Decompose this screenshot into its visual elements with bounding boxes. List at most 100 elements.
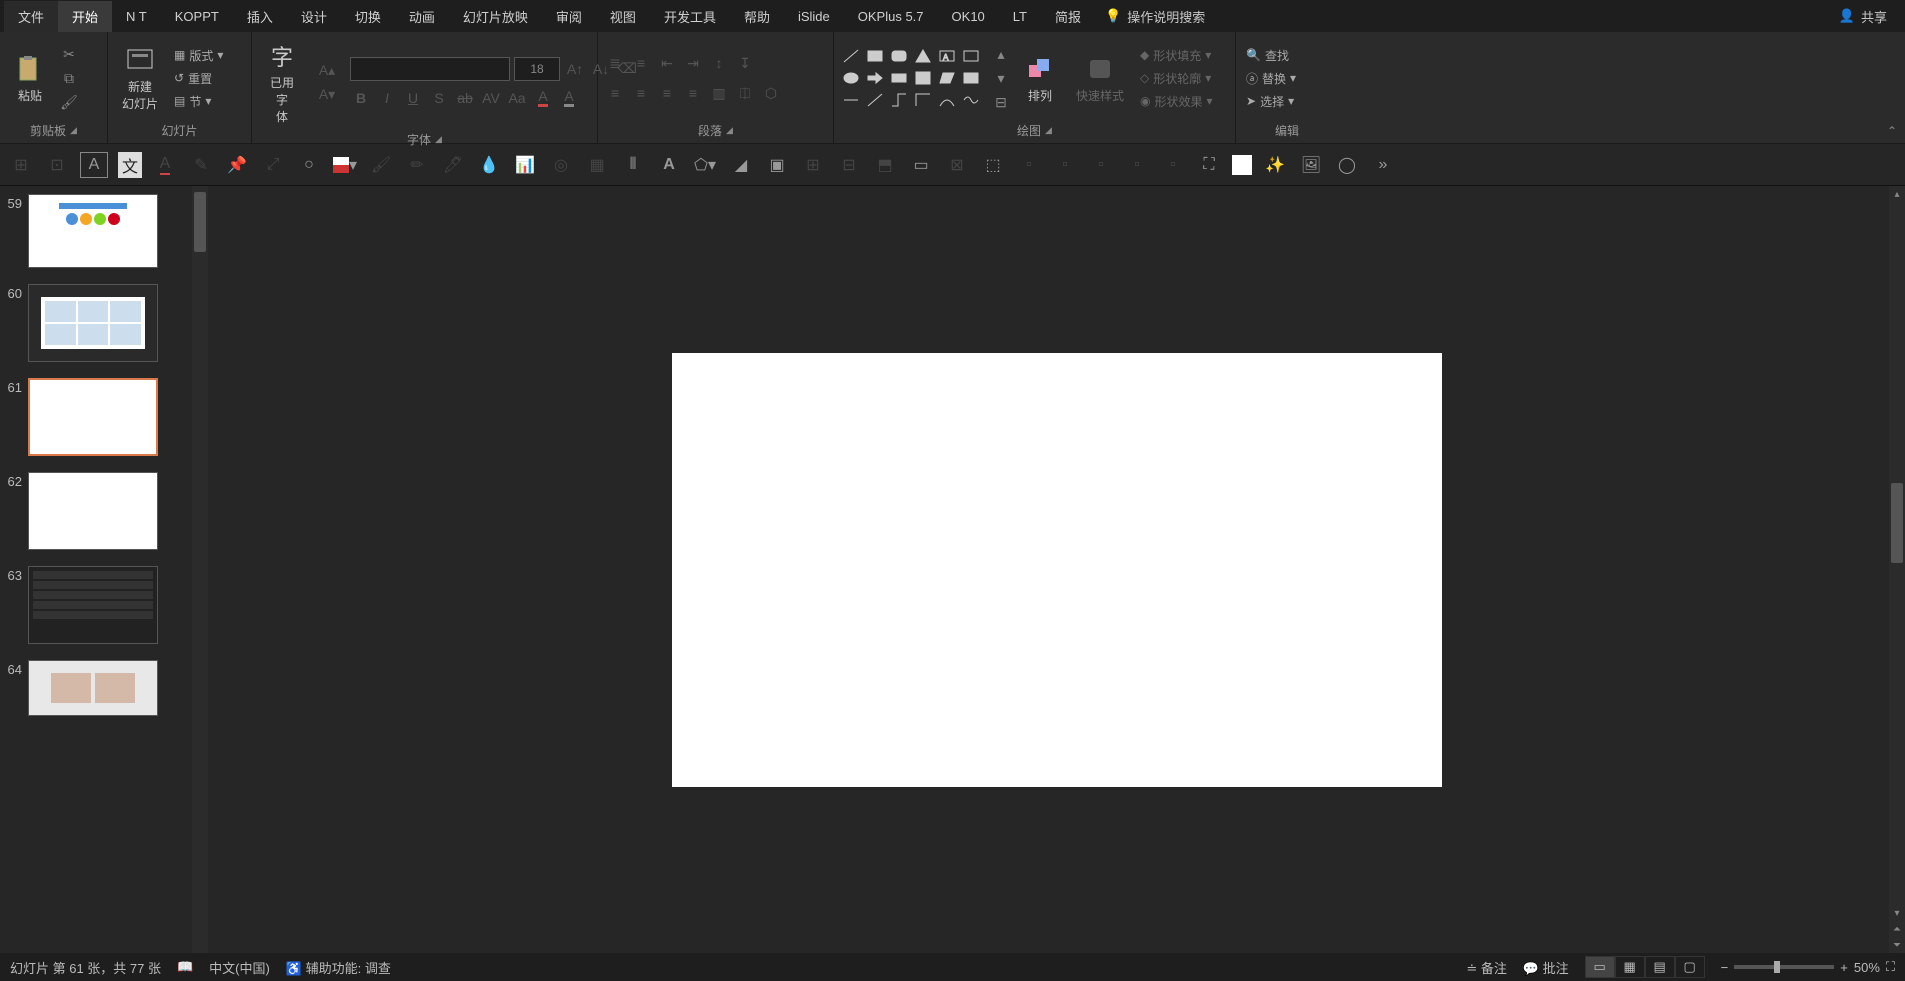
new-slide-button[interactable]: 新建 幻灯片: [114, 40, 166, 116]
scroll-up-icon[interactable]: ▴: [1889, 186, 1905, 202]
qb-layers[interactable]: ▣: [764, 152, 790, 178]
shape-rect-icon[interactable]: [864, 46, 886, 66]
canvas-scrollbar[interactable]: ▴ ▾ ⏶ ⏷: [1889, 186, 1905, 953]
qb-white[interactable]: [1232, 155, 1252, 175]
thumb-img-60[interactable]: [28, 284, 158, 362]
view-sorter[interactable]: ▦: [1615, 956, 1645, 978]
tab-home[interactable]: 开始: [58, 1, 112, 32]
shape-paral-icon[interactable]: [936, 68, 958, 88]
layout-button[interactable]: ▦版式▾: [170, 45, 227, 66]
qb-image[interactable]: 🖼: [1298, 152, 1324, 178]
zoom-level[interactable]: 50%: [1854, 960, 1880, 975]
shape-textbox-icon[interactable]: A: [936, 46, 958, 66]
scroll-down-icon[interactable]: ▾: [1889, 905, 1905, 921]
qb-circle[interactable]: ○: [296, 152, 322, 178]
shapes-gallery[interactable]: A: [840, 46, 982, 110]
shape-hex-icon[interactable]: [912, 68, 934, 88]
tab-file[interactable]: 文件: [4, 1, 58, 32]
shape-line-icon[interactable]: [840, 46, 862, 66]
tab-nt[interactable]: N T: [112, 3, 161, 30]
shape-curve-icon[interactable]: [936, 90, 958, 110]
tab-review[interactable]: 审阅: [542, 1, 596, 32]
share-button[interactable]: 👤 共享: [1825, 3, 1901, 30]
thumb-63[interactable]: 63: [0, 558, 208, 652]
view-slideshow[interactable]: ▢: [1675, 956, 1705, 978]
qb-select-pane[interactable]: ⬚: [980, 152, 1006, 178]
replace-button[interactable]: ⓐ替换▾: [1242, 68, 1300, 89]
qb-shape[interactable]: ⬠▾: [692, 152, 718, 178]
shape-rrect-icon[interactable]: [888, 46, 910, 66]
shapes-more-button[interactable]: ⊟: [990, 91, 1012, 113]
thumb-img-61[interactable]: [28, 378, 158, 456]
tab-lt[interactable]: LT: [999, 3, 1041, 30]
tab-brief[interactable]: 简报: [1041, 1, 1095, 32]
shape-outline-button[interactable]: ◇形状轮廓▾: [1136, 68, 1217, 89]
view-reading[interactable]: ▤: [1645, 956, 1675, 978]
tab-design[interactable]: 设计: [287, 1, 341, 32]
slide-thumbnails[interactable]: 59 60 61 62 63 64: [0, 186, 208, 953]
qb-chart[interactable]: 📊: [512, 152, 538, 178]
paste-button[interactable]: 粘贴: [6, 49, 54, 108]
shape-conn4-icon[interactable]: [912, 90, 934, 110]
spellcheck-icon[interactable]: 📖: [177, 959, 193, 975]
thumb-img-64[interactable]: [28, 660, 158, 716]
shape-conn1-icon[interactable]: [840, 90, 862, 110]
shape-oval-icon[interactable]: [840, 68, 862, 88]
tab-animation[interactable]: 动画: [395, 1, 449, 32]
shape-effects-button[interactable]: ◉形状效果▾: [1136, 91, 1217, 112]
drawing-launcher[interactable]: ◢: [1045, 125, 1052, 136]
qb-note[interactable]: ▭: [908, 152, 934, 178]
language-button[interactable]: 中文(中国): [209, 958, 270, 977]
shapes-more-down[interactable]: ▾: [990, 67, 1012, 89]
copy-button[interactable]: ⧉: [58, 67, 80, 89]
tab-okplus[interactable]: OKPlus 5.7: [844, 3, 938, 30]
fit-window-button[interactable]: ⛶: [1886, 959, 1895, 975]
tab-islide[interactable]: iSlide: [784, 3, 844, 30]
font-launcher[interactable]: ◢: [435, 134, 442, 145]
tab-slideshow[interactable]: 幻灯片放映: [449, 1, 542, 32]
thumb-img-63[interactable]: [28, 566, 158, 644]
view-normal[interactable]: ▭: [1585, 956, 1615, 978]
thumb-61[interactable]: 61: [0, 370, 208, 464]
cut-button[interactable]: ✂: [58, 43, 80, 65]
qb-crop[interactable]: ⛶: [1196, 152, 1222, 178]
clipboard-launcher[interactable]: ◢: [70, 125, 77, 136]
qb-magic[interactable]: ✨: [1262, 152, 1288, 178]
arrange-button[interactable]: 排列: [1016, 49, 1064, 108]
font-name-input[interactable]: [350, 57, 510, 81]
thumb-59[interactable]: 59: [0, 186, 208, 276]
zoom-in-button[interactable]: +: [1840, 960, 1848, 975]
slide-canvas[interactable]: [672, 353, 1442, 787]
tab-view[interactable]: 视图: [596, 1, 650, 32]
thumbs-scrollbar[interactable]: [192, 186, 208, 953]
qb-columns[interactable]: ⦀: [620, 152, 646, 178]
slide-canvas-area[interactable]: ↖ ▴ ▾ ⏶ ⏷: [208, 186, 1905, 953]
quick-styles-button[interactable]: 快速样式: [1068, 49, 1132, 108]
reset-button[interactable]: ↺重置: [170, 68, 227, 89]
tab-transition[interactable]: 切换: [341, 1, 395, 32]
qb-fill-color[interactable]: ▾: [332, 152, 358, 178]
a11y-button[interactable]: ♿ 辅助功能: 调查: [286, 958, 391, 977]
tab-insert[interactable]: 插入: [233, 1, 287, 32]
thumb-img-62[interactable]: [28, 472, 158, 550]
shape-conn3-icon[interactable]: [888, 90, 910, 110]
qb-ring[interactable]: ◯: [1334, 152, 1360, 178]
collapse-ribbon-button[interactable]: ⌃: [1887, 124, 1897, 138]
find-button[interactable]: 🔍查找: [1242, 45, 1300, 66]
thumb-img-59[interactable]: [28, 194, 158, 268]
select-button[interactable]: ➤选择▾: [1242, 91, 1300, 112]
shape-textbox2-icon[interactable]: [960, 46, 982, 66]
shape-free-icon[interactable]: [960, 90, 982, 110]
next-slide-icon[interactable]: ⏷: [1889, 937, 1905, 953]
font-size-input[interactable]: 18: [514, 57, 560, 81]
qb-eraser[interactable]: ◢: [728, 152, 754, 178]
qb-textbox[interactable]: A: [80, 152, 108, 178]
qb-text-icon[interactable]: 文: [118, 152, 142, 178]
used-font-button[interactable]: 字 已用字 体: [258, 36, 306, 129]
notes-button[interactable]: ≐ 备注: [1466, 958, 1507, 977]
zoom-out-button[interactable]: −: [1721, 960, 1729, 975]
format-painter-button[interactable]: 🖌: [58, 91, 80, 113]
zoom-slider[interactable]: [1734, 965, 1834, 969]
paragraph-launcher[interactable]: ◢: [726, 125, 733, 136]
qb-wordart[interactable]: A: [656, 152, 682, 178]
